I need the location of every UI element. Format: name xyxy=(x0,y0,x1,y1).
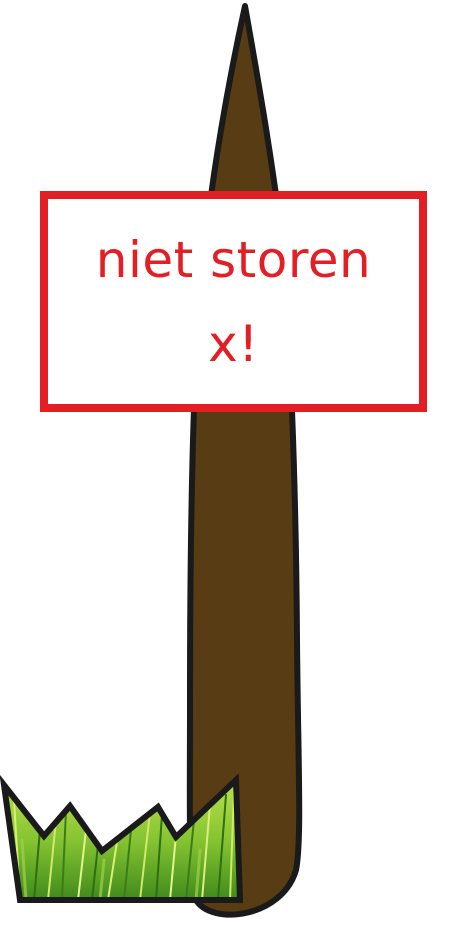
sign-text-line-2: x! xyxy=(208,314,259,373)
illustration xyxy=(0,3,303,918)
sign-text-line-1: niet storen xyxy=(95,230,372,289)
wooden-stake-icon xyxy=(186,3,303,918)
do-not-disturb-sign: niet storen x! xyxy=(40,191,427,412)
